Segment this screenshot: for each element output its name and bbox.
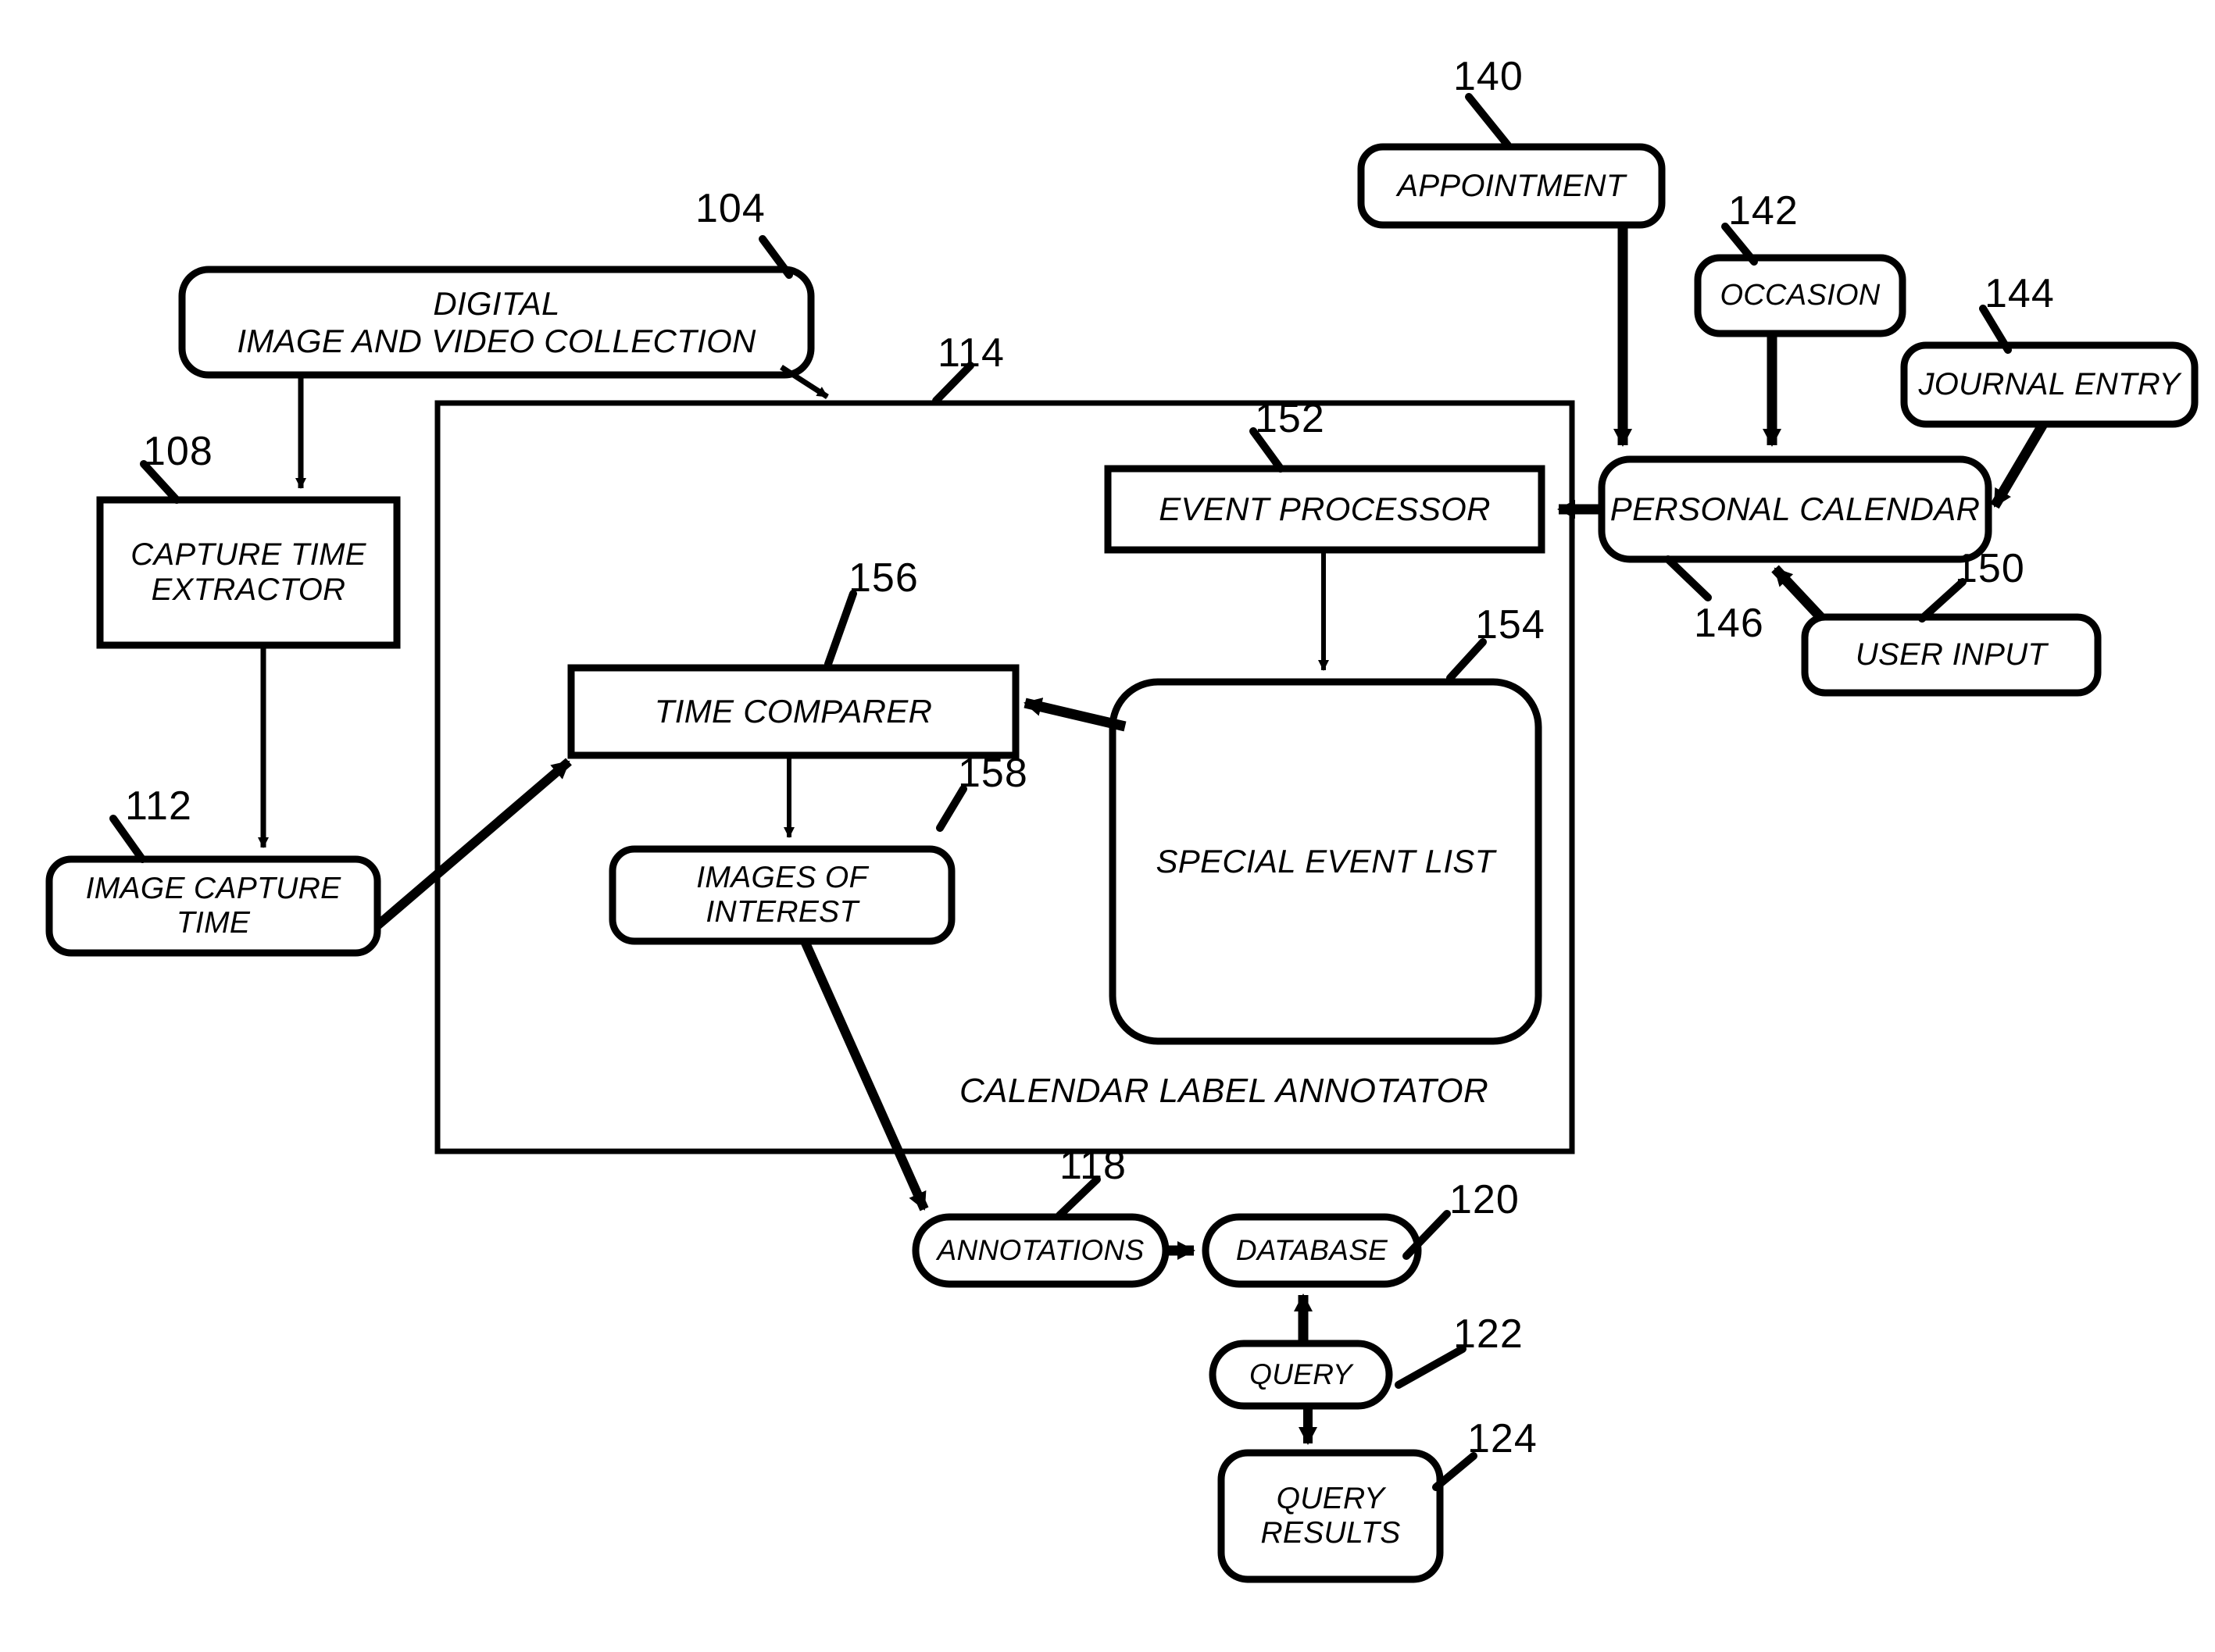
connector-event-list-to-comparer <box>1024 698 1127 732</box>
digital-collection-box <box>178 266 815 379</box>
ref-144: 144 <box>1985 271 2055 316</box>
connector-user-input-to-calendar <box>1771 565 1824 621</box>
annotations-box <box>912 1213 1170 1288</box>
ref-140: 140 <box>1453 54 1524 99</box>
connector-journal-to-calendar <box>1990 421 2048 509</box>
calendar-label-annotator-caption: CALENDAR LABEL ANNOTATOR <box>959 1072 1489 1110</box>
user-input-box <box>1801 613 2102 697</box>
ref-112: 112 <box>125 783 192 829</box>
personal-calendar-box <box>1598 455 1992 563</box>
database-box <box>1202 1213 1422 1288</box>
ref-122: 122 <box>1453 1311 1524 1357</box>
ref-108: 108 <box>143 429 213 474</box>
ref-124: 124 <box>1467 1416 1538 1461</box>
images-of-interest-box <box>609 845 956 945</box>
time-comparer-box <box>567 664 1020 759</box>
ref-142: 142 <box>1728 188 1799 234</box>
diagram-lines <box>45 93 2199 1583</box>
ref-150: 150 <box>1955 546 2025 591</box>
capture-time-extractor-box <box>96 496 401 649</box>
leader-146 <box>1664 555 1712 601</box>
connector-capture-time-to-comparer <box>374 758 572 929</box>
event-processor-box <box>1104 465 1545 554</box>
appointment-box <box>1357 143 1666 229</box>
patent-figure-canvas: DIGITAL IMAGE AND VIDEO COLLECTION CAPTU… <box>0 0 2215 1652</box>
ref-146: 146 <box>1694 601 1764 646</box>
journal-entry-box <box>1900 341 2199 428</box>
image-capture-time-box <box>45 855 381 957</box>
leader-140 <box>1465 93 1512 149</box>
ref-104: 104 <box>695 186 766 231</box>
query-box <box>1209 1340 1393 1410</box>
ref-154: 154 <box>1475 602 1545 648</box>
ref-114: 114 <box>938 330 1005 376</box>
leader-156 <box>824 590 857 668</box>
ref-158: 158 <box>958 751 1028 796</box>
ref-120: 120 <box>1449 1177 1520 1222</box>
special-event-list-box <box>1109 678 1542 1045</box>
ref-118: 118 <box>1059 1143 1127 1188</box>
ref-156: 156 <box>848 555 919 601</box>
occasion-box <box>1694 254 1906 337</box>
connector-collection-to-annotator <box>780 365 829 399</box>
ref-152: 152 <box>1255 396 1325 441</box>
query-results-box <box>1217 1449 1444 1583</box>
connector-images-to-annotations <box>800 939 929 1211</box>
